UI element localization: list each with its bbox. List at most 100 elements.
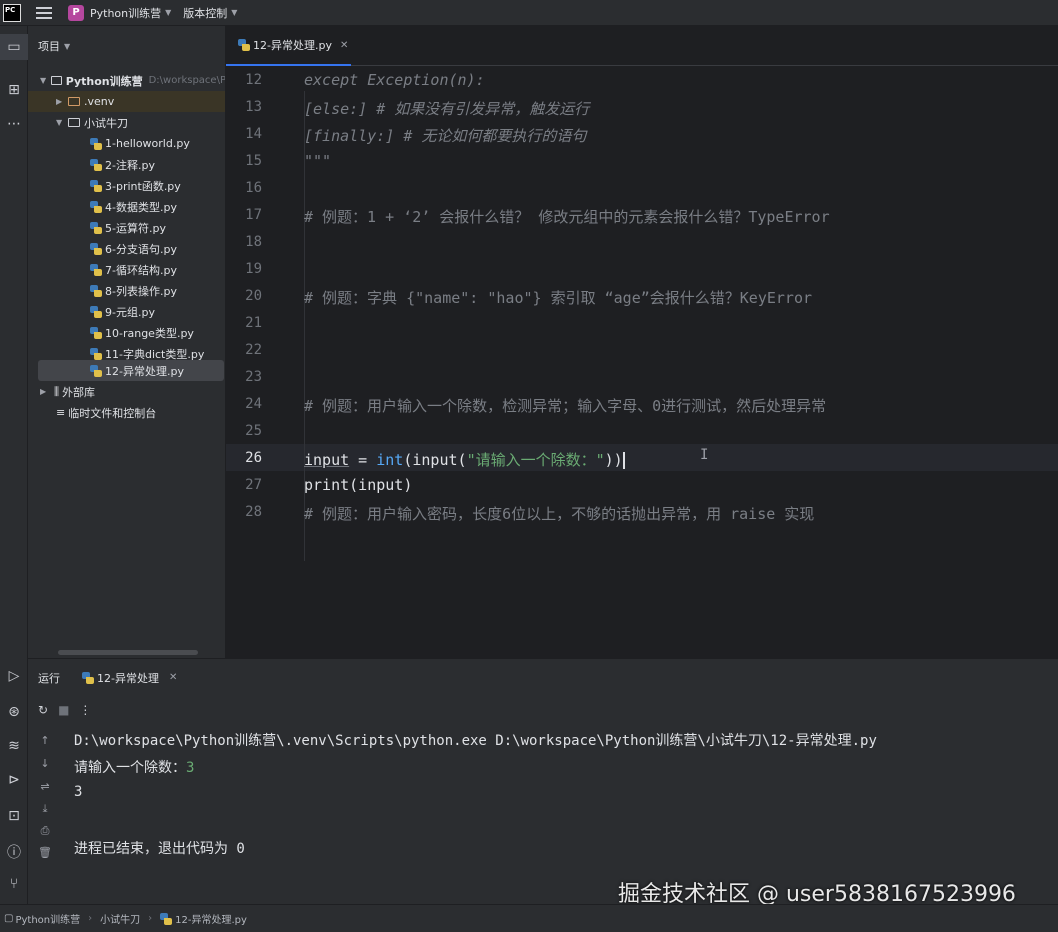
file-label: 5-运算符.py	[105, 221, 166, 235]
run-tab[interactable]: 12-异常处理 ✕	[82, 670, 177, 686]
tree-file[interactable]: 4-数据类型.py	[28, 196, 225, 217]
module-icon: ▢	[4, 913, 14, 924]
code-line-17: # 例题：1 + ‘2’ 会报什么错？ 修改元组中的元素会报什么错？TypeEr…	[304, 208, 830, 226]
python-console-icon[interactable]: ⊛	[0, 704, 28, 720]
close-icon[interactable]: ✕	[340, 40, 348, 51]
python-file-icon	[238, 39, 250, 51]
print-icon[interactable]: ⎙	[28, 824, 62, 838]
project-panel-header[interactable]: 项目 ▼	[28, 26, 225, 66]
chevron-down-icon[interactable]: ▼	[64, 42, 70, 51]
project-panel: 项目 ▼ ▼ Python训练营 D:\workspace\P ▶ .venv …	[28, 26, 226, 658]
python-file-icon	[90, 221, 102, 234]
code-line-13: [else:] # 如果没有引发异常，触发运行	[304, 98, 589, 119]
file-label: 10-range类型.py	[105, 326, 194, 340]
title-bar: PC P Python训练营 ▼ 版本控制 ▼	[0, 0, 1058, 26]
project-folder-icon[interactable]: ▭	[0, 34, 28, 60]
up-arrow-icon[interactable]: ↑	[28, 734, 62, 747]
text-caret	[622, 452, 625, 469]
tree-file[interactable]: 6-分支语句.py	[28, 238, 225, 259]
tree-item-venv[interactable]: ▶ .venv	[28, 91, 225, 112]
more-icon[interactable]: ⋯	[0, 116, 28, 132]
tree-file-selected[interactable]: 12-异常处理.py	[38, 360, 224, 381]
project-badge[interactable]: P	[68, 4, 84, 21]
code-line-20: # 例题：字典 {"name": "hao"} 索引取 “age”会报什么错？K…	[304, 289, 813, 307]
code-token: ))	[604, 451, 623, 469]
code-token: # 如果没有引发异常，触发运行	[367, 100, 590, 118]
code-editor[interactable]: 12 13 14 15 16 17 18 19 20 21 22 23 24 2…	[226, 66, 1058, 658]
scratches-label: 临时文件和控制台	[68, 406, 157, 420]
line-number: 27	[245, 477, 262, 493]
down-arrow-icon[interactable]: ↓	[28, 757, 62, 770]
line-number: 13	[245, 99, 262, 115]
breadcrumb-project[interactable]: Python训练营	[15, 911, 80, 926]
vcs-menu[interactable]: 版本控制	[183, 5, 227, 21]
git-icon[interactable]: ⑂	[0, 876, 28, 892]
code-line-27: print(input)	[304, 476, 413, 494]
run-icon[interactable]: ▷	[0, 668, 28, 684]
tree-item-scratches[interactable]: ≡ 临时文件和控制台	[28, 402, 225, 423]
file-label: 2-注释.py	[105, 158, 155, 172]
tree-file[interactable]: 7-循环结构.py	[28, 259, 225, 280]
console-prompt-line: 请输入一个除数：3	[74, 757, 194, 777]
tree-root[interactable]: ▼ Python训练营 D:\workspace\P	[28, 70, 225, 91]
tree-item-external-libs[interactable]: ▶ ⫼ 外部库	[28, 381, 225, 402]
chevron-down-icon[interactable]: ▼	[56, 118, 66, 127]
line-number-current: 26	[245, 450, 262, 466]
layers-icon[interactable]: ≋	[0, 738, 28, 754]
run-side-toolbar: ↑ ↓ ⇌ ⤓ ⎙ 🗑	[28, 724, 62, 904]
external-libs-label: 外部库	[62, 385, 96, 399]
tree-file[interactable]: 2-注释.py	[28, 154, 225, 175]
soft-wrap-icon[interactable]: ⇌	[28, 780, 62, 793]
rerun-icon[interactable]: ↻	[38, 703, 48, 717]
folder-icon	[50, 76, 62, 85]
file-label: 12-异常处理.py	[105, 364, 184, 378]
line-number: 18	[245, 234, 262, 250]
code-token: (input(	[403, 451, 467, 469]
python-file-icon	[90, 263, 102, 276]
tree-file[interactable]: 8-列表操作.py	[28, 280, 225, 301]
code-token: =	[349, 451, 377, 469]
editor-tab[interactable]: 12-异常处理.py ✕	[226, 26, 351, 66]
tree-file[interactable]: 5-运算符.py	[28, 217, 225, 238]
trash-icon[interactable]: 🗑	[28, 846, 62, 859]
chevron-down-icon[interactable]: ▼	[231, 8, 237, 17]
horizontal-scrollbar[interactable]	[58, 650, 198, 655]
line-number: 16	[245, 180, 262, 196]
file-label: 4-数据类型.py	[105, 200, 177, 214]
breadcrumb-folder[interactable]: 小试牛刀	[100, 911, 140, 926]
project-switcher[interactable]: Python训练营	[90, 5, 161, 21]
python-file-icon	[90, 284, 102, 297]
file-label: 9-元组.py	[105, 305, 155, 319]
tree-item-folder[interactable]: ▼ 小试牛刀	[28, 112, 225, 133]
file-label: 8-列表操作.py	[105, 284, 177, 298]
tree-file[interactable]: 9-元组.py	[28, 301, 225, 322]
breadcrumb-file[interactable]: 12-异常处理.py	[175, 911, 247, 926]
main-menu-icon[interactable]	[36, 6, 52, 19]
problems-icon[interactable]: ⓘ	[0, 842, 28, 862]
chevron-right-icon[interactable]: ▶	[56, 97, 66, 106]
stop-icon[interactable]: ■	[58, 703, 69, 717]
services-icon[interactable]: ⊳	[0, 772, 28, 788]
chevron-down-icon[interactable]: ▼	[165, 8, 171, 17]
project-panel-title: 项目	[38, 40, 60, 53]
chevron-down-icon[interactable]: ▼	[40, 76, 49, 85]
chevron-right-icon[interactable]: ▶	[40, 387, 50, 396]
editor-tab-label: 12-异常处理.py	[253, 39, 332, 52]
python-file-icon	[90, 137, 102, 150]
python-file-icon	[82, 671, 94, 684]
line-number: 22	[245, 342, 262, 358]
scroll-to-end-icon[interactable]: ⤓	[28, 802, 62, 816]
structure-icon[interactable]: ⊞	[0, 82, 28, 98]
file-label: 3-print函数.py	[105, 179, 181, 193]
code-token: # 无论如何都要执行的语句	[394, 127, 587, 145]
more-icon[interactable]: ⋮	[79, 703, 91, 717]
close-icon[interactable]: ✕	[169, 672, 177, 683]
tree-file[interactable]: 3-print函数.py	[28, 175, 225, 196]
python-file-icon	[160, 912, 173, 925]
code-line-26: input = int(input("请输入一个除数："))	[304, 449, 625, 470]
tree-file[interactable]: 10-range类型.py	[28, 322, 225, 343]
tree-file[interactable]: 1-helloworld.py	[28, 133, 225, 154]
python-file-icon	[90, 179, 102, 192]
file-label: 6-分支语句.py	[105, 242, 177, 256]
terminal-icon[interactable]: ⊡	[0, 808, 28, 824]
